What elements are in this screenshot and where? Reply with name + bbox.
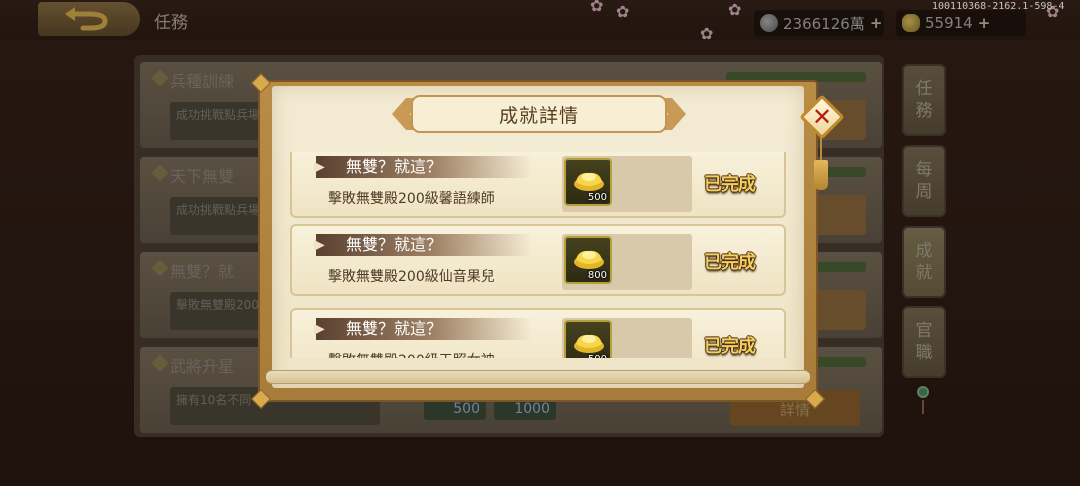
silver-resource: 2366126萬 + [754,10,884,36]
tab-label: 職 [915,343,933,363]
reward-item[interactable]: 800 [564,236,612,284]
close-x-icon: ✕ [811,103,833,131]
blossom-decoration: ✿ [590,0,604,15]
task-title: 武將升星 [170,357,235,376]
gold-resource: 55914 + [896,10,1026,36]
ribbon-arrow-icon: ▶ [314,159,325,175]
tab-label: 成 [915,241,933,261]
task-title: 無雙？就 [170,262,235,281]
task-title: 天下無雙 [170,167,235,186]
task-action-button[interactable] [810,290,866,330]
reward-item[interactable]: 500 [564,320,612,358]
achievement-item: ▶ 無雙？就這？ 擊敗無雙殿200級天照女神 500 已完成 [290,308,786,358]
modal-title: 成就詳情 [498,104,579,127]
task-title: 兵種訓練 [170,72,235,91]
achievement-item: ▶ 無雙？就這？ 擊敗無雙殿200級馨語練師 500 已完成 [290,152,786,218]
scroll-roll [266,370,810,384]
completed-stamp: 已完成 [704,252,756,273]
blossom-decoration: ✿ [700,24,714,43]
achievement-list[interactable]: ▶ 無雙？就這？ 擊敗無雙殿200級馨語練師 500 已完成 ▶ 無雙？就這？ … [286,152,790,358]
achievement-desc: 擊敗無雙殿200級天照女神 [328,350,495,358]
achievement-name: 無雙？就這？ [346,157,443,176]
gold-ingot-icon [574,250,604,269]
tassel-icon [814,160,828,190]
completed-stamp: 已完成 [704,174,756,195]
string-decoration [922,400,924,414]
add-gold-button[interactable]: + [978,14,991,32]
tab-label: 官 [915,321,933,341]
screen-title: 任務 [154,13,188,33]
game-screen: 任務 ✿ ✿ ✿ ✿ ✿ 2366126萬 + 55914 + 10011036… [0,0,1080,486]
ribbon-arrow-icon: ▶ [314,237,325,253]
diamond-icon [151,164,169,182]
silver-coin-icon [760,14,778,32]
blossom-decoration: ✿ [728,0,742,19]
diamond-icon [151,69,169,87]
tab-label: 周 [915,182,933,202]
achievement-name: 無雙？就這？ [346,235,443,254]
modal-title-banner: 成就詳情 [392,94,686,134]
achievement-desc: 擊敗無雙殿200級仙音果兒 [328,269,495,285]
tab-tasks[interactable]: 任 務 [902,64,946,136]
version-label: 100110368-2162.1-598-4 [932,1,1065,12]
tab-label: 務 [915,101,933,121]
back-arrow-icon [65,7,108,31]
reward-quantity: 500 [588,354,607,358]
tab-official-rank[interactable]: 官 職 [902,306,946,378]
tab-weekly[interactable]: 每 周 [902,145,946,217]
diamond-icon [151,259,169,277]
reward-quantity: 500 [587,192,607,203]
silver-amount: 2366126萬 [783,14,865,33]
gold-ingot-icon [574,172,604,191]
diamond-icon [151,354,169,372]
achievement-desc: 擊敗無雙殿200級馨語練師 [328,191,495,207]
tab-label: 就 [915,263,933,283]
blossom-decoration: ✿ [616,2,630,21]
ribbon-arrow-icon: ▶ [314,321,325,337]
tab-achievements[interactable]: 成 就 [902,226,946,298]
achievement-name: 無雙？就這？ [346,319,443,338]
gold-amount: 55914 [925,14,973,32]
add-silver-button[interactable]: + [870,14,883,32]
back-button[interactable] [38,2,140,36]
tab-label: 任 [915,79,933,99]
tab-label: 每 [915,160,933,180]
completed-stamp: 已完成 [704,336,756,357]
task-action-button[interactable] [810,195,866,235]
gold-ingot-icon [902,14,920,32]
gold-ingot-icon [574,334,604,353]
achievement-item: ▶ 無雙？就這？ 擊敗無雙殿200級仙音果兒 800 已完成 [290,224,786,296]
reward-item[interactable]: 500 [564,158,612,206]
reward-quantity: 800 [587,270,607,281]
close-button[interactable]: ✕ [799,94,845,140]
jade-orb-icon [917,386,929,398]
